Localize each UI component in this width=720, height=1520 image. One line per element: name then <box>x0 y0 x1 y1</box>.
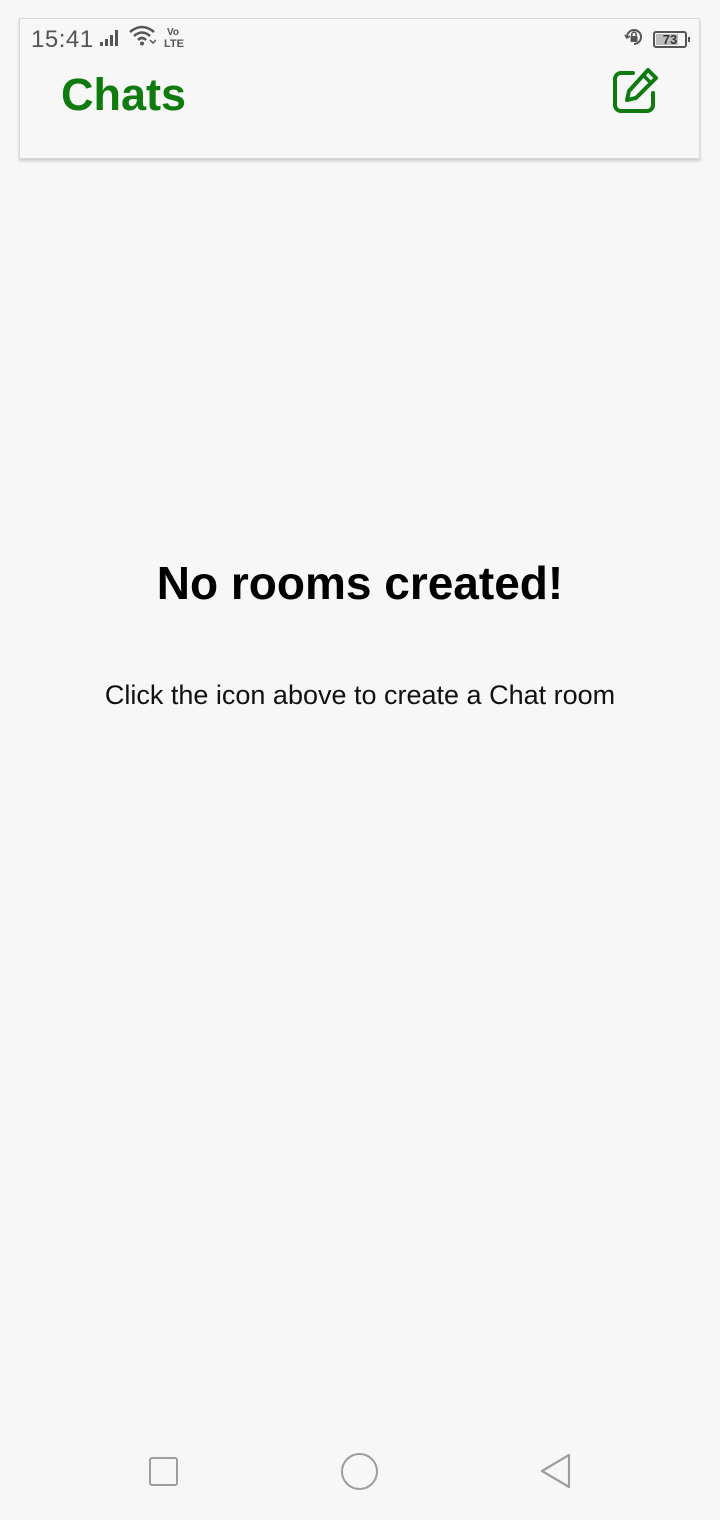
svg-text:LTE: LTE <box>164 38 184 48</box>
svg-text:Vo: Vo <box>167 27 179 38</box>
status-time: 15:41 <box>31 26 94 53</box>
status-icons-right: 73 <box>623 26 690 53</box>
header-card: 15:41 Vo LTE 73 Chats <box>19 18 700 159</box>
volte-icon: Vo LTE <box>164 26 188 51</box>
screen: 15:41 Vo LTE 73 Chats No rooms created! … <box>0 0 720 1520</box>
back-icon[interactable] <box>538 1452 574 1490</box>
wifi-icon <box>128 24 157 51</box>
signal-icon <box>100 28 122 51</box>
empty-state-title: No rooms created! <box>156 557 564 609</box>
empty-state-subtitle: Click the icon above to create a Chat ro… <box>104 680 616 710</box>
compose-icon <box>613 68 658 113</box>
status-icons-left: Vo LTE <box>100 24 188 51</box>
battery-icon: 73 <box>653 30 690 48</box>
recents-icon[interactable] <box>149 1457 178 1486</box>
page-title: Chats <box>61 69 187 120</box>
home-icon[interactable] <box>341 1453 378 1490</box>
compose-button[interactable] <box>611 67 659 115</box>
battery-level: 73 <box>662 31 678 47</box>
rotation-lock-icon <box>623 26 645 53</box>
